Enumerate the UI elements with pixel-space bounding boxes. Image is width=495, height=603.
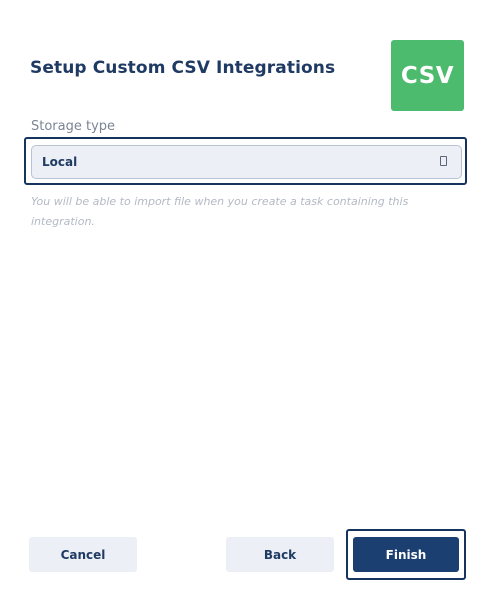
csv-logo: CSV <box>391 40 464 111</box>
storage-type-label: Storage type <box>31 119 116 134</box>
back-button[interactable]: Back <box>226 537 334 572</box>
storage-type-focus-ring: Local <box>24 137 467 185</box>
finish-button[interactable]: Finish <box>353 537 459 572</box>
dropdown-caret-icon <box>440 156 447 166</box>
csv-logo-text: CSV <box>400 62 455 89</box>
storage-type-value: Local <box>42 155 78 169</box>
finish-focus-ring: Finish <box>346 529 466 580</box>
dialog-title: Setup Custom CSV Integrations <box>30 58 336 78</box>
cancel-button[interactable]: Cancel <box>29 537 137 572</box>
storage-type-select[interactable]: Local <box>31 145 462 179</box>
storage-hint: You will be able to import file when you… <box>31 195 409 228</box>
